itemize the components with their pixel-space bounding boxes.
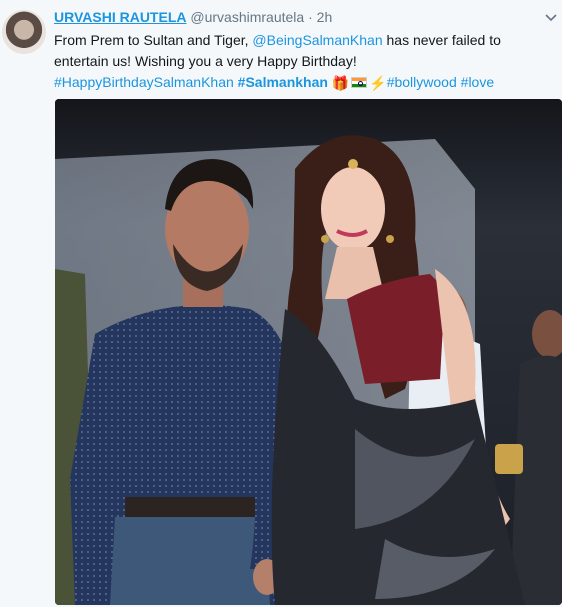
chevron-down-icon[interactable] (543, 11, 559, 25)
gift-emoji: 🎁 (331, 75, 350, 91)
user-handle[interactable]: @urvashimrautela (190, 9, 304, 25)
tweet-text: From Prem to Sultan and Tiger, @BeingSal… (54, 30, 554, 94)
hashtag-love[interactable]: #love (461, 74, 494, 90)
tweet-photo[interactable] (55, 99, 562, 605)
lightning-emoji: ⚡ (369, 75, 387, 91)
india-flag-emoji (351, 77, 368, 88)
hashtag-salmankhan[interactable]: #Salmankhan (238, 74, 328, 90)
tweet-card: URVASHI RAUTELA @urvashimrautela · 2h Fr… (0, 0, 562, 607)
tweet-timestamp[interactable]: 2h (317, 9, 333, 25)
tweet-header: URVASHI RAUTELA @urvashimrautela · 2h (54, 9, 332, 25)
hashtag-bollywood[interactable]: #bollywood (387, 74, 457, 90)
separator-dot: · (308, 9, 313, 25)
mention-link[interactable]: @BeingSalmanKhan (252, 32, 382, 48)
avatar[interactable] (2, 10, 46, 54)
display-name[interactable]: URVASHI RAUTELA (54, 9, 187, 25)
tweet-text-part1: From Prem to Sultan and Tiger, (54, 32, 253, 48)
photo-illustration (55, 99, 562, 605)
hashtag-happybirthday[interactable]: #HappyBirthdaySalmanKhan (54, 74, 234, 90)
